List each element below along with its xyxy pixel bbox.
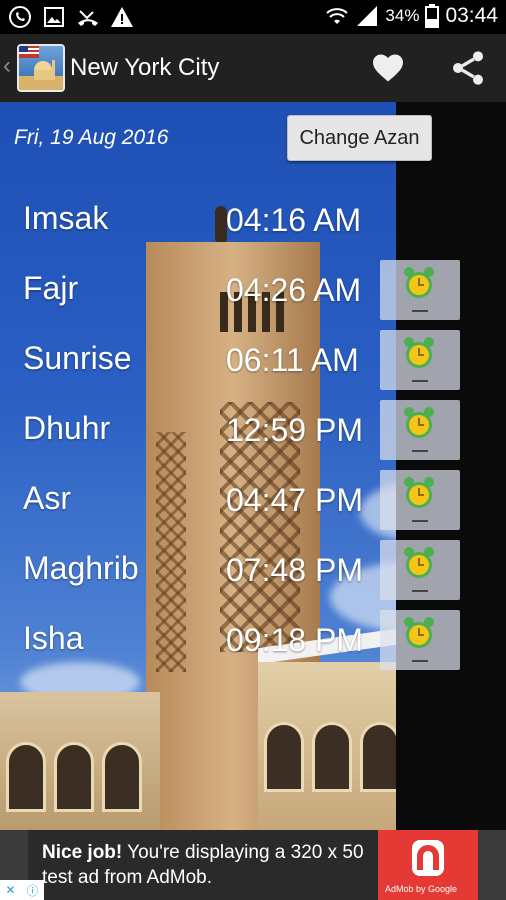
date-label: Fri, 19 Aug 2016 [14, 126, 169, 149]
city-title[interactable]: New York City [70, 54, 219, 82]
prayer-name: Asr [23, 480, 71, 516]
alarm-toggle-button[interactable] [380, 400, 460, 460]
ad-info-controls[interactable]: ✕ ⓘ [0, 880, 44, 900]
ad-banner[interactable]: Nice job! You're displaying a 320 x 50 t… [0, 830, 506, 900]
prayer-name: Fajr [23, 270, 79, 306]
battery-icon [425, 4, 440, 28]
status-bar: 34% 03:44 [0, 0, 506, 34]
prayer-name: Maghrib [23, 550, 139, 586]
alarm-clock-icon [404, 547, 434, 578]
signal-icon [357, 6, 378, 26]
prayer-time: 09:18 PM [226, 622, 363, 658]
change-azan-button[interactable]: Change Azan [287, 115, 432, 161]
heart-icon[interactable] [370, 50, 406, 86]
prayer-row-maghrib: Maghrib 07:48 PM [0, 540, 506, 610]
prayer-name: Dhuhr [23, 410, 111, 446]
gallery-icon [44, 7, 64, 27]
alarm-toggle-button[interactable] [380, 610, 460, 670]
clock: 03:44 [445, 4, 498, 27]
alarm-clock-icon [404, 477, 434, 508]
prayer-time: 07:48 PM [226, 552, 363, 588]
alarm-clock-icon [404, 267, 434, 298]
alarm-clock-icon [404, 617, 434, 648]
prayer-row-imsak: Imsak 04:16 AM [0, 190, 506, 260]
alarm-clock-icon [404, 337, 434, 368]
whatsapp-icon [9, 6, 31, 28]
prayer-name: Sunrise [23, 340, 132, 376]
prayer-time: 04:16 AM [226, 202, 362, 238]
alarm-toggle-button[interactable] [380, 260, 460, 320]
prayer-row-isha: Isha 09:18 PM [0, 610, 506, 680]
prayer-time: 06:11 AM [226, 342, 359, 378]
battery-percent: 34% [385, 6, 420, 25]
warning-icon [111, 7, 133, 27]
prayer-time: 04:47 PM [226, 482, 363, 518]
prayer-row-fajr: Fajr 04:26 AM [0, 260, 506, 330]
ad-choices-icon[interactable]: ⓘ [26, 882, 38, 899]
alarm-toggle-button[interactable] [380, 470, 460, 530]
prayer-name: Isha [23, 620, 84, 656]
alarm-toggle-button[interactable] [380, 540, 460, 600]
prayer-row-asr: Asr 04:47 PM [0, 470, 506, 540]
prayer-row-sunrise: Sunrise 06:11 AM [0, 330, 506, 400]
prayer-time: 12:59 PM [226, 412, 363, 448]
ad-headline: Nice job! [42, 842, 123, 863]
prayer-row-dhuhr: Dhuhr 12:59 PM [0, 400, 506, 470]
back-chevron-icon[interactable]: ‹ [3, 52, 11, 80]
alarm-clock-icon [404, 407, 434, 438]
alarm-toggle-button[interactable] [380, 330, 460, 390]
wifi-icon [326, 8, 349, 24]
missed-call-icon [78, 10, 98, 26]
app-logo-icon[interactable] [17, 44, 65, 92]
ad-close-icon[interactable]: ✕ [5, 883, 15, 897]
ad-text[interactable]: Nice job! You're displaying a 320 x 50 t… [42, 840, 372, 890]
action-bar: ‹ New York City [0, 34, 506, 102]
prayer-time: 04:26 AM [226, 272, 362, 308]
share-icon[interactable] [448, 48, 488, 88]
prayer-name: Imsak [23, 200, 109, 236]
ad-brand-caption: AdMob by Google [385, 884, 458, 894]
